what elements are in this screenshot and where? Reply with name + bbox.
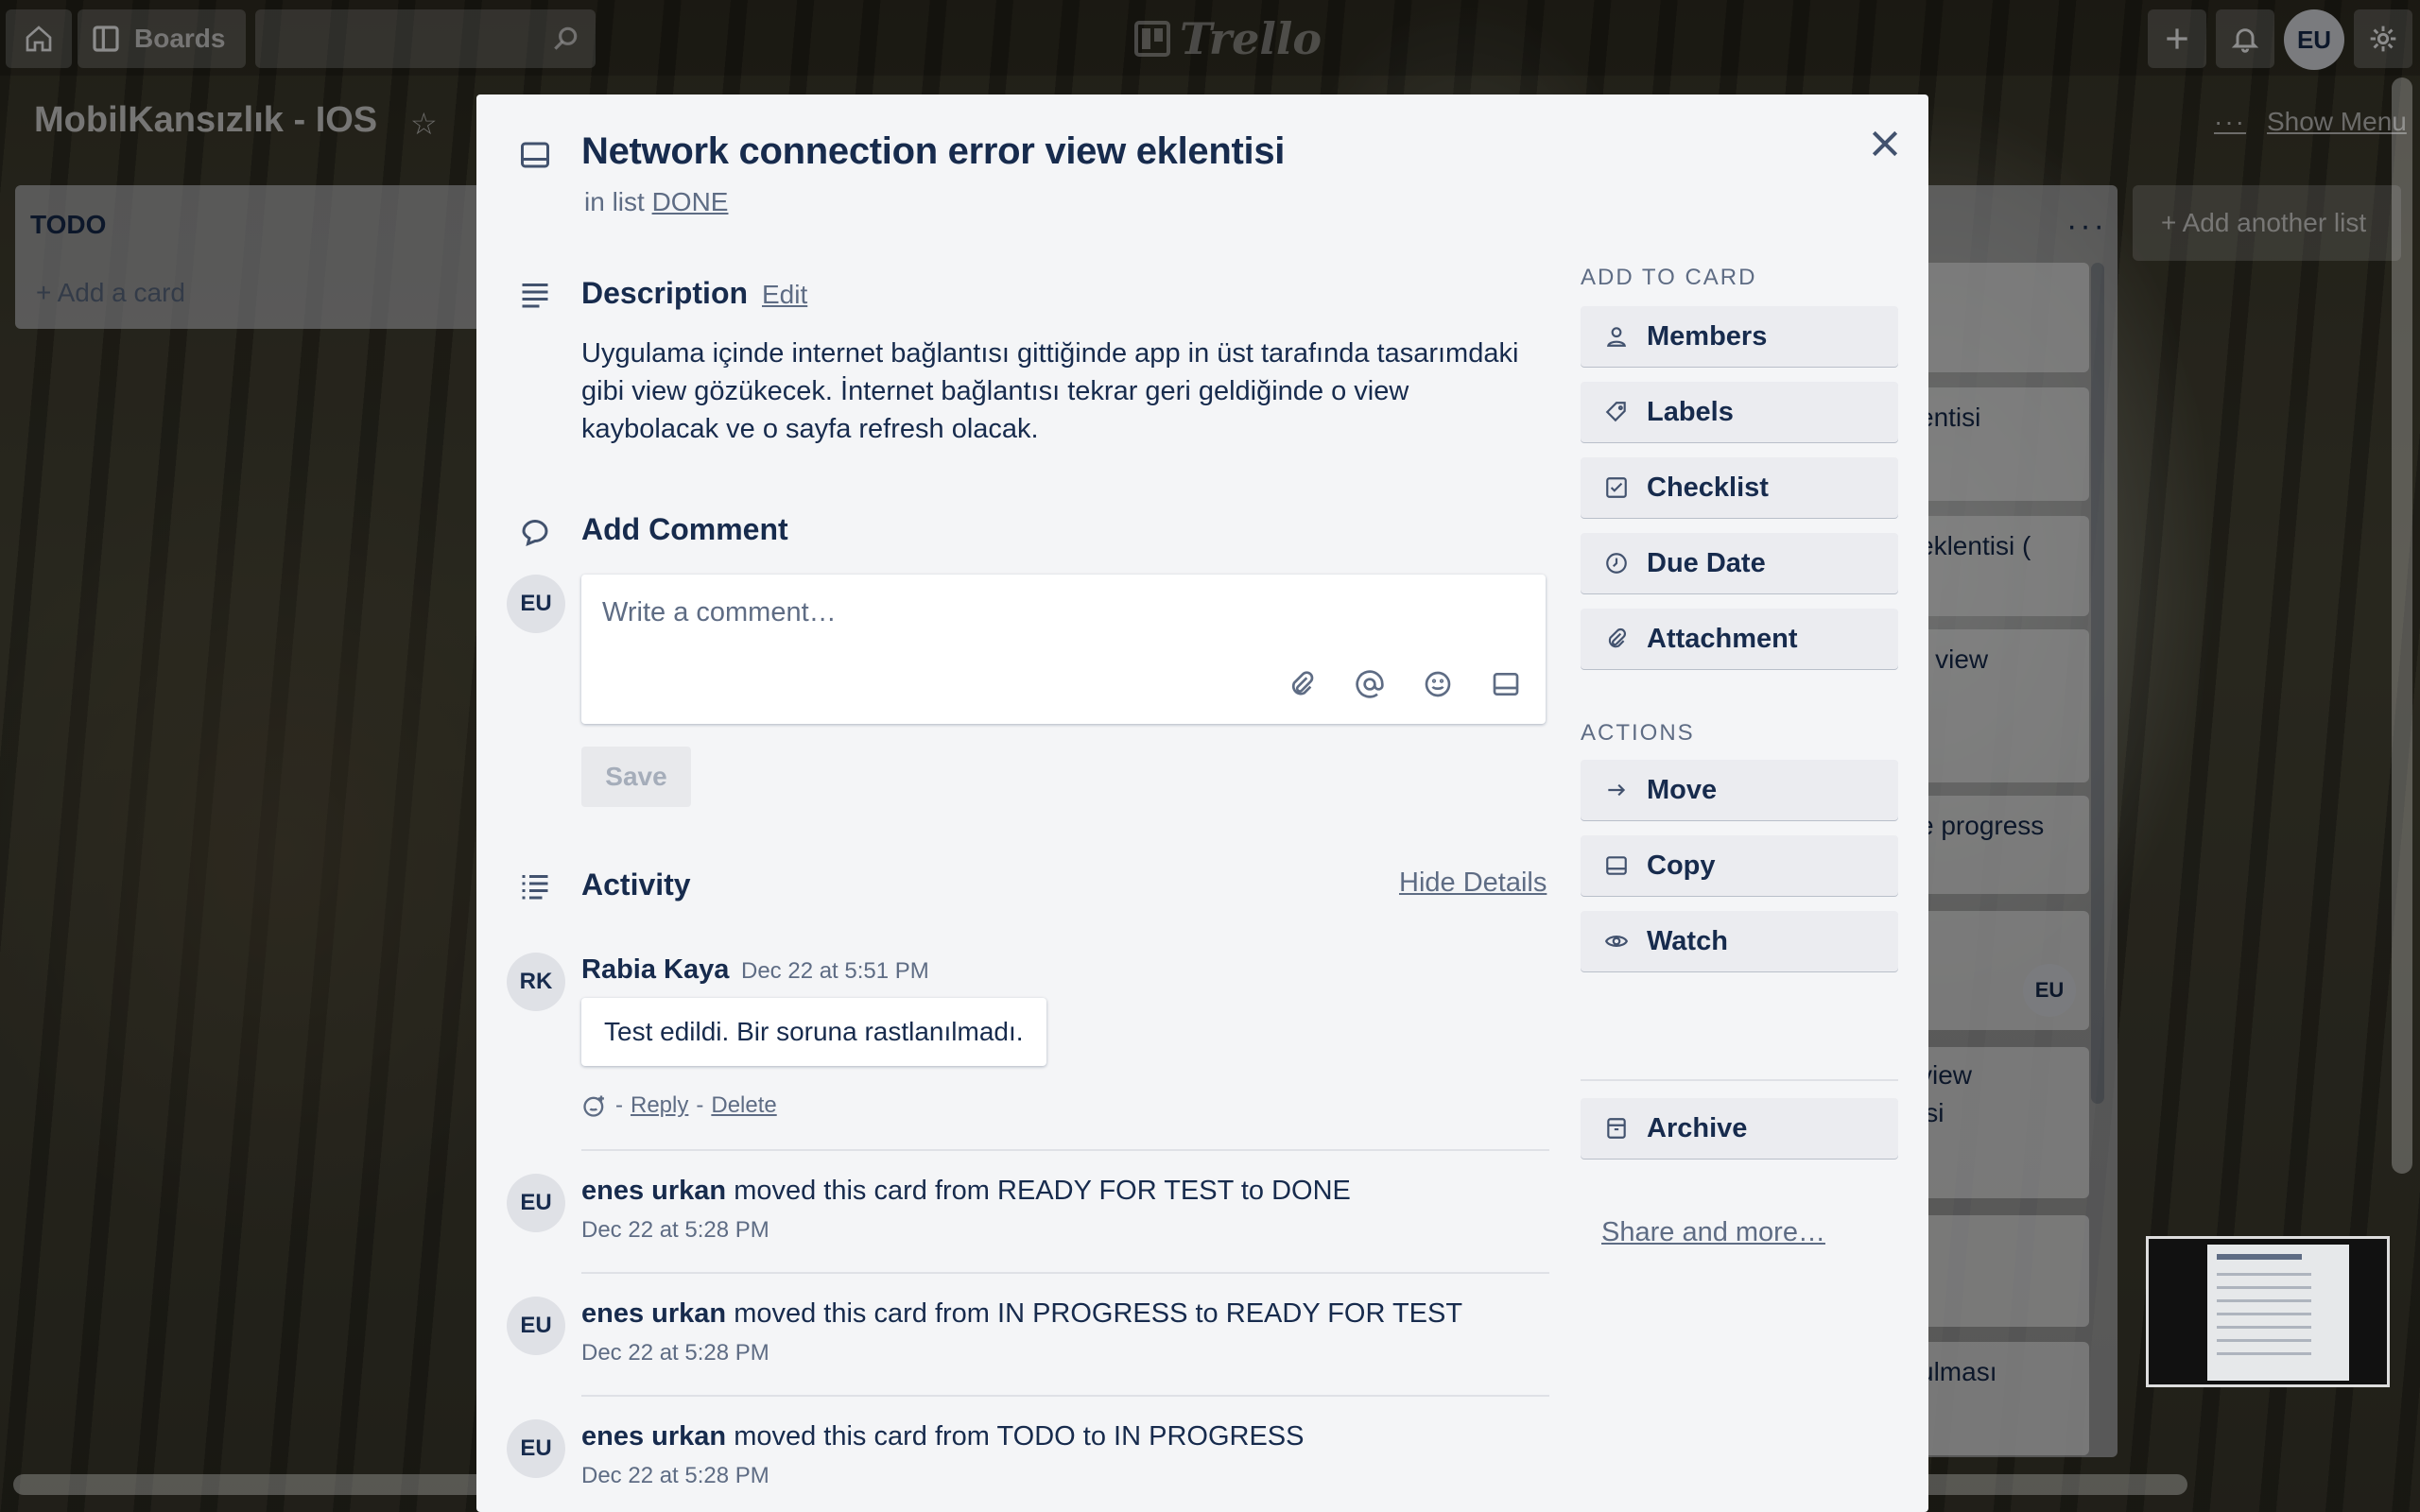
in-list-info: in list DONE [584, 187, 728, 217]
card-title[interactable]: Network connection error view eklentisi [581, 130, 1285, 173]
activity-avatar[interactable]: EU [507, 1419, 565, 1478]
add-to-card-heading: ADD TO CARD [1581, 265, 1757, 290]
comment-input[interactable] [602, 593, 1453, 631]
actions-heading: ACTIONS [1581, 720, 1695, 746]
save-comment-button[interactable]: Save [581, 747, 691, 807]
activity-author[interactable]: enes urkan [581, 1298, 726, 1329]
checklist-label: Checklist [1647, 472, 1769, 503]
attachment-button[interactable]: Attachment [1581, 609, 1898, 669]
comment-timestamp[interactable]: Dec 22 at 5:51 PM [741, 958, 929, 985]
arrow-right-icon [1601, 775, 1632, 805]
due-date-label: Due Date [1647, 547, 1766, 578]
card-icon [1601, 850, 1632, 881]
checklist-button[interactable]: Checklist [1581, 457, 1898, 518]
copy-label: Copy [1647, 850, 1716, 881]
activity-author[interactable]: enes urkan [581, 1421, 726, 1452]
thumbnail-page [2207, 1245, 2349, 1381]
copy-button[interactable]: Copy [1581, 835, 1898, 896]
comment-actions: - Reply - Delete [581, 1092, 777, 1119]
watch-button[interactable]: Watch [1581, 911, 1898, 971]
separator: - [615, 1092, 623, 1118]
activity-timestamp[interactable]: Dec 22 at 5:28 PM [581, 1463, 769, 1489]
add-reaction-icon[interactable] [581, 1092, 608, 1119]
label-icon [1601, 397, 1632, 427]
activity-icon [518, 869, 552, 903]
watch-label: Watch [1647, 925, 1728, 956]
screen-thumbnail [2146, 1236, 2390, 1387]
activity-title: Activity [581, 868, 691, 902]
activity-text: moved this card from IN PROGRESS to READ… [734, 1298, 1463, 1329]
eye-icon [1601, 926, 1632, 956]
activity-timestamp[interactable]: Dec 22 at 5:28 PM [581, 1217, 769, 1244]
attachment-icon[interactable] [1287, 669, 1317, 699]
page-vertical-scrollbar[interactable] [2392, 77, 2412, 1174]
separator: - [696, 1092, 704, 1118]
activity-text: moved this card from TODO to IN PROGRESS [734, 1421, 1305, 1452]
in-list-prefix: in list [584, 187, 645, 216]
hide-details-button[interactable]: Hide Details [1399, 868, 1547, 899]
activity-avatar[interactable]: EU [507, 1174, 565, 1232]
move-label: Move [1647, 774, 1718, 805]
description-text[interactable]: Uygulama içinde internet bağlantısı gitt… [581, 335, 1536, 448]
activity-divider [581, 1272, 1549, 1274]
reply-link[interactable]: Reply [631, 1092, 688, 1119]
activity-text: moved this card from READY FOR TEST to D… [734, 1176, 1351, 1206]
description-icon [518, 278, 552, 312]
activity-timestamp[interactable]: Dec 22 at 5:28 PM [581, 1340, 769, 1366]
attachment-label: Attachment [1647, 623, 1798, 654]
archive-label: Archive [1647, 1112, 1748, 1143]
members-label: Members [1647, 320, 1768, 352]
paperclip-icon [1601, 624, 1632, 654]
labels-button[interactable]: Labels [1581, 382, 1898, 442]
clock-icon [1601, 548, 1632, 578]
comment-box[interactable] [581, 575, 1546, 724]
comment-author[interactable]: Rabia Kaya [581, 954, 729, 986]
delete-link[interactable]: Delete [711, 1092, 776, 1119]
move-button[interactable]: Move [1581, 760, 1898, 820]
comment-text: Test edildi. Bir soruna rastlanılmadı. [581, 998, 1046, 1066]
mention-icon[interactable] [1355, 669, 1385, 699]
close-button[interactable] [1858, 117, 1911, 170]
checklist-icon [1601, 472, 1632, 503]
activity-divider [581, 1395, 1549, 1397]
share-and-more-link[interactable]: Share and more… [1601, 1217, 1825, 1248]
commenter-avatar[interactable]: EU [507, 575, 565, 633]
description-title: Description [581, 276, 749, 310]
archive-icon [1601, 1113, 1632, 1143]
card-link-icon[interactable] [1491, 669, 1521, 699]
close-icon [1866, 125, 1904, 163]
labels-label: Labels [1647, 396, 1734, 427]
comment-author-avatar[interactable]: RK [507, 953, 565, 1011]
person-icon [1601, 321, 1632, 352]
activity-avatar[interactable]: EU [507, 1297, 565, 1355]
card-detail-modal: Network connection error view eklentisi … [476, 94, 1928, 1512]
list-link[interactable]: DONE [652, 187, 729, 216]
comment-icon [518, 514, 552, 548]
emoji-icon[interactable] [1423, 669, 1453, 699]
activity-entry: enes urkan moved this card from READY FO… [581, 1176, 1351, 1207]
members-button[interactable]: Members [1581, 306, 1898, 367]
actions-divider [1581, 1079, 1898, 1081]
card-icon [518, 138, 552, 172]
activity-entry: enes urkan moved this card from TODO to … [581, 1421, 1304, 1452]
add-comment-title: Add Comment [581, 512, 788, 546]
activity-entry: enes urkan moved this card from IN PROGR… [581, 1298, 1462, 1330]
due-date-button[interactable]: Due Date [1581, 533, 1898, 593]
activity-divider [581, 1149, 1549, 1151]
activity-author[interactable]: enes urkan [581, 1176, 726, 1206]
edit-description-button[interactable]: Edit [762, 280, 807, 310]
archive-button[interactable]: Archive [1581, 1098, 1898, 1159]
